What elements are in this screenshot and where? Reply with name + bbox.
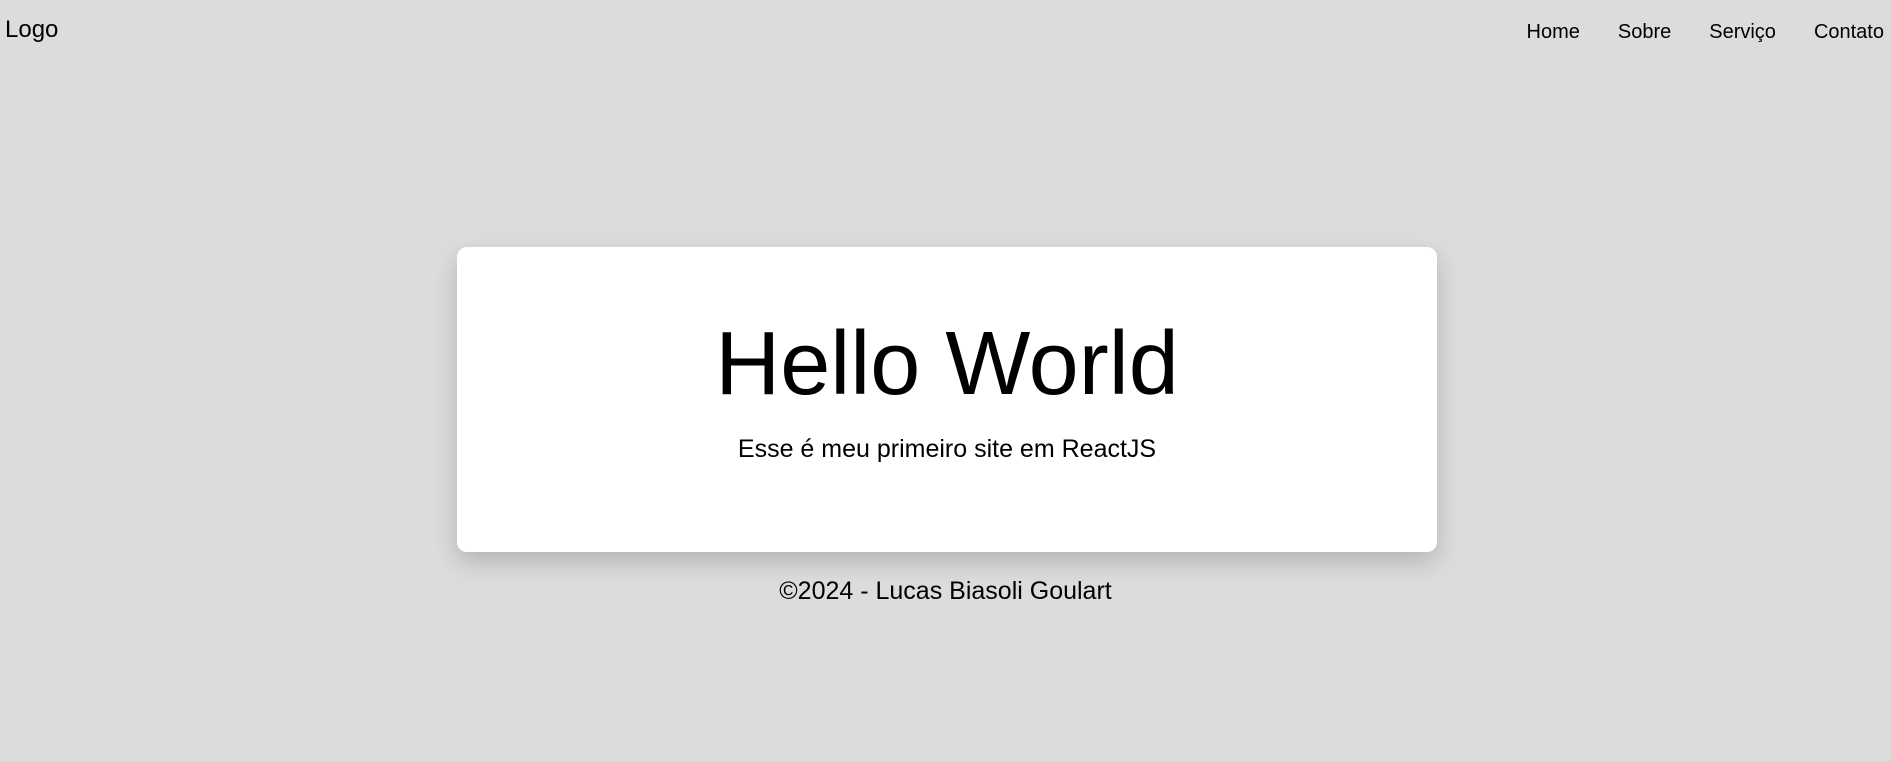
page: Logo Home Sobre Serviço Contato Hello Wo…: [0, 0, 1891, 761]
top-navigation-bar: Logo Home Sobre Serviço Contato: [0, 0, 1891, 62]
logo[interactable]: Logo: [5, 16, 58, 44]
main-navigation: Home Sobre Serviço Contato: [1527, 20, 1885, 44]
nav-link-sobre[interactable]: Sobre: [1618, 20, 1671, 44]
hero-title: Hello World: [715, 314, 1179, 414]
nav-link-servico[interactable]: Serviço: [1709, 20, 1776, 44]
nav-link-home[interactable]: Home: [1527, 20, 1580, 44]
hero-card: Hello World Esse é meu primeiro site em …: [457, 247, 1437, 552]
hero-subtitle: Esse é meu primeiro site em ReactJS: [737, 435, 1157, 463]
footer-copyright: ©2024 - Lucas Biasoli Goulart: [779, 577, 1112, 605]
nav-link-contato[interactable]: Contato: [1814, 20, 1884, 44]
